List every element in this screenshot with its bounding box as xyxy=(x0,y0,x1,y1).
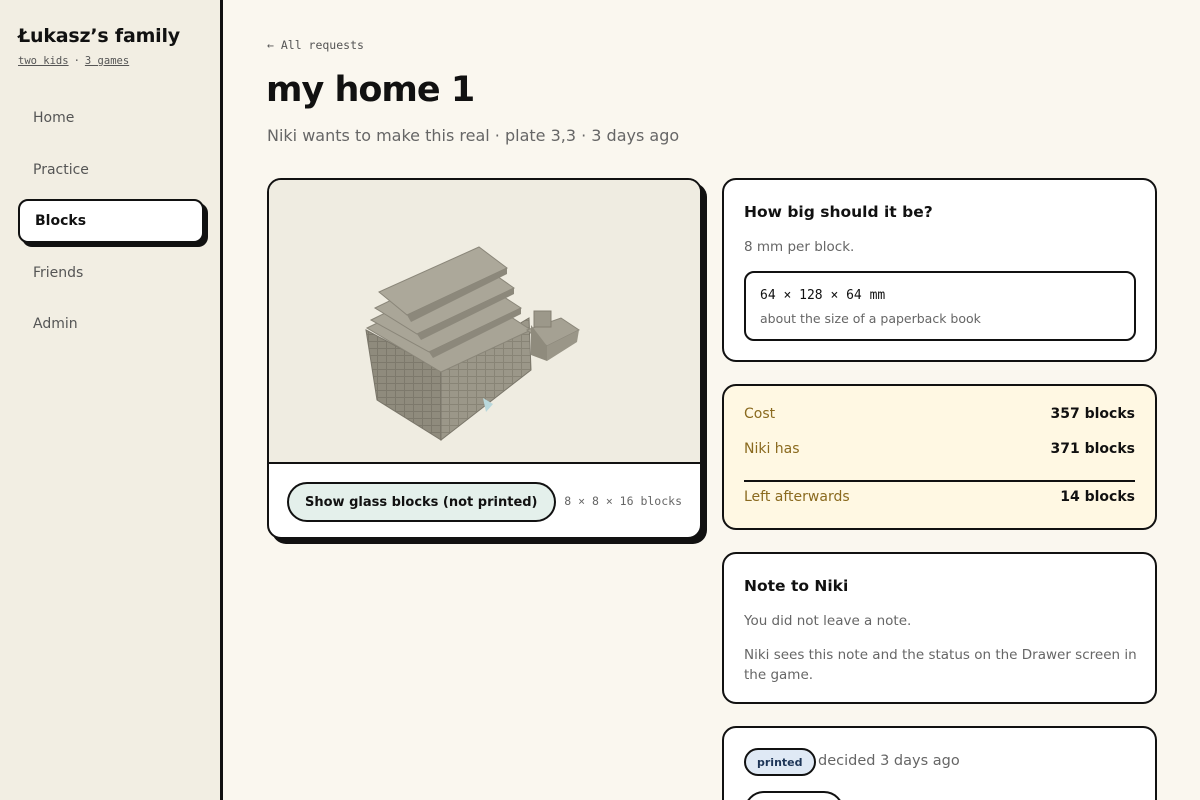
model-dimensions: 8 × 8 × 16 blocks xyxy=(564,494,682,508)
model-preview-card: Show glass blocks (not printed) 8 × 8 × … xyxy=(267,178,702,539)
cost-card: Cost 357 blocks Niki has 371 blocks Left… xyxy=(722,384,1157,530)
block-size-description: 8 mm per block. xyxy=(744,239,855,255)
meta-separator: · xyxy=(73,55,80,67)
size-mm: 64 × 128 × 64 mm xyxy=(760,288,886,303)
note-card: Note to Niki You did not leave a note. N… xyxy=(722,552,1157,704)
note-empty-text: You did not leave a note. xyxy=(744,613,912,629)
cost-label: Cost xyxy=(744,406,776,422)
family-title: Łukasz’s family xyxy=(18,25,180,47)
size-card-title: How big should it be? xyxy=(744,203,933,221)
size-comparison: about the size of a paperback book xyxy=(760,311,981,326)
status-action-button[interactable] xyxy=(744,791,844,800)
show-glass-blocks-button[interactable]: Show glass blocks (not printed) xyxy=(287,482,556,522)
sidebar-item-friends[interactable]: Friends xyxy=(18,251,204,295)
cost-divider xyxy=(744,480,1135,482)
games-link[interactable]: 3 games xyxy=(85,55,129,67)
block-model-render xyxy=(365,246,580,442)
main-content: ← All requests my home 1 Niki wants to m… xyxy=(224,0,1200,800)
remaining-row: Left afterwards 14 blocks xyxy=(744,489,1135,505)
kids-link[interactable]: two kids xyxy=(18,55,69,67)
note-card-title: Note to Niki xyxy=(744,577,849,595)
status-decided-time: decided 3 days ago xyxy=(818,753,960,769)
family-meta: two kids · 3 games xyxy=(18,55,129,67)
status-badge: printed xyxy=(744,748,816,776)
sidebar-item-blocks[interactable]: Blocks xyxy=(18,199,204,244)
note-info-text: Niki sees this note and the status on th… xyxy=(744,647,1137,683)
sidebar-item-practice[interactable]: Practice xyxy=(18,148,204,192)
sidebar-nav: Home Practice Blocks Friends Admin xyxy=(18,96,204,354)
sidebar: Łukasz’s family two kids · 3 games Home Pr… xyxy=(0,0,223,800)
back-to-requests-link[interactable]: ← All requests xyxy=(267,38,364,52)
remaining-label: Left afterwards xyxy=(744,489,850,505)
status-card: printed decided 3 days ago xyxy=(722,726,1157,800)
page-title: my home 1 xyxy=(266,70,475,110)
remaining-value: 14 blocks xyxy=(1060,489,1135,505)
balance-row: Niki has 371 blocks xyxy=(744,441,1135,457)
balance-value: 371 blocks xyxy=(1050,441,1135,457)
page-subtitle: Niki wants to make this real · plate 3,3… xyxy=(267,126,680,145)
cost-value: 357 blocks xyxy=(1050,406,1135,422)
size-option[interactable]: 64 × 128 × 64 mm about the size of a pap… xyxy=(744,271,1136,341)
model-3d-viewport[interactable] xyxy=(269,180,700,464)
balance-label: Niki has xyxy=(744,441,800,457)
size-card: How big should it be? 8 mm per block. 64… xyxy=(722,178,1157,362)
sidebar-item-admin[interactable]: Admin xyxy=(18,302,204,346)
sidebar-item-home[interactable]: Home xyxy=(18,96,204,140)
cost-row: Cost 357 blocks xyxy=(744,406,1135,422)
